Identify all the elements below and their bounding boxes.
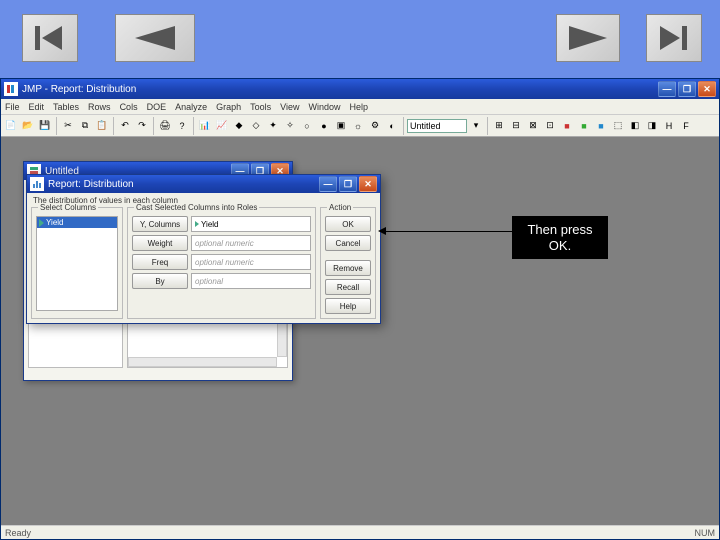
- app-close-button[interactable]: ✕: [698, 81, 716, 97]
- menu-doe[interactable]: DOE: [147, 102, 167, 112]
- menu-tables[interactable]: Tables: [53, 102, 79, 112]
- menu-edit[interactable]: Edit: [29, 102, 45, 112]
- first-slide-button[interactable]: [22, 14, 78, 62]
- tb-g3-icon[interactable]: ⊠: [525, 118, 541, 134]
- action-legend: Action: [327, 203, 353, 212]
- menu-rows[interactable]: Rows: [88, 102, 111, 112]
- dialog-minimize-button[interactable]: —: [319, 176, 337, 192]
- dialog-icon: [30, 177, 44, 191]
- tb-dist-icon[interactable]: 📊: [197, 118, 213, 134]
- tb-g5-icon[interactable]: ■: [559, 118, 575, 134]
- tb-tool4-icon[interactable]: ✧: [282, 118, 298, 134]
- recall-button[interactable]: Recall: [325, 279, 371, 295]
- dialog-maximize-button[interactable]: ❐: [339, 176, 357, 192]
- tb-g8-icon[interactable]: ⬚: [610, 118, 626, 134]
- annotation-arrow-head: [378, 227, 386, 235]
- tb-tool6-icon[interactable]: ●: [316, 118, 332, 134]
- help-button[interactable]: Help: [325, 298, 371, 314]
- select-columns-legend: Select Columns: [38, 203, 98, 212]
- tb-tool10-icon[interactable]: ◐: [384, 118, 400, 134]
- status-left: Ready: [5, 528, 31, 538]
- tb-g1-icon[interactable]: ⊞: [491, 118, 507, 134]
- remove-button[interactable]: Remove: [325, 260, 371, 276]
- tb-g6-icon[interactable]: ■: [576, 118, 592, 134]
- menu-help[interactable]: Help: [350, 102, 369, 112]
- tb-cut-icon[interactable]: ✂: [60, 118, 76, 134]
- tb-tool9-icon[interactable]: ⚙: [367, 118, 383, 134]
- app-minimize-button[interactable]: —: [658, 81, 676, 97]
- tb-g4-icon[interactable]: ⊡: [542, 118, 558, 134]
- last-slide-button[interactable]: [646, 14, 702, 62]
- statusbar: Ready NUM: [1, 525, 719, 539]
- tb-print-icon[interactable]: 🖨: [157, 118, 173, 134]
- next-slide-button[interactable]: [556, 14, 620, 62]
- app-title: JMP - Report: Distribution: [22, 84, 136, 95]
- app-titlebar: JMP - Report: Distribution — ❐ ✕: [1, 79, 719, 99]
- by-field[interactable]: optional: [191, 273, 311, 289]
- menu-file[interactable]: File: [5, 102, 20, 112]
- tb-tool1-icon[interactable]: ◆: [231, 118, 247, 134]
- tb-tool7-icon[interactable]: ▣: [333, 118, 349, 134]
- tb-paste-icon[interactable]: 📋: [94, 118, 110, 134]
- tb-g2-icon[interactable]: ⊟: [508, 118, 524, 134]
- cast-roles-fieldset: Cast Selected Columns into Roles Y, Colu…: [127, 207, 316, 319]
- distribution-dialog: Report: Distribution — ❐ ✕ The distribut…: [26, 174, 381, 324]
- tb-g12-icon[interactable]: F: [678, 118, 694, 134]
- app-maximize-button[interactable]: ❐: [678, 81, 696, 97]
- tb-dropdown-icon[interactable]: ▾: [468, 118, 484, 134]
- toolbar-combo[interactable]: [407, 119, 467, 133]
- toolbar: 📄 📂 💾 ✂ ⧉ 📋 ↶ ↷ 🖨 ? 📊 📈 ◆ ◇ ✦ ✧ ○ ● ▣ ☼ …: [1, 115, 719, 137]
- presentation-nav-bar: [0, 0, 720, 75]
- horizontal-scrollbar[interactable]: [128, 357, 277, 367]
- tb-g10-icon[interactable]: ◨: [644, 118, 660, 134]
- tb-help-icon[interactable]: ?: [174, 118, 190, 134]
- weight-button[interactable]: Weight: [132, 235, 188, 251]
- dialog-title: Report: Distribution: [48, 179, 134, 190]
- tb-g11-icon[interactable]: H: [661, 118, 677, 134]
- menu-view[interactable]: View: [280, 102, 299, 112]
- menu-tools[interactable]: Tools: [250, 102, 271, 112]
- weight-field[interactable]: optional numeric: [191, 235, 311, 251]
- column-list[interactable]: Yield: [36, 216, 118, 311]
- prev-slide-button[interactable]: [115, 14, 195, 62]
- tb-tool3-icon[interactable]: ✦: [265, 118, 281, 134]
- tb-g7-icon[interactable]: ■: [593, 118, 609, 134]
- freq-field[interactable]: optional numeric: [191, 254, 311, 270]
- menu-analyze[interactable]: Analyze: [175, 102, 207, 112]
- app-icon: [4, 82, 18, 96]
- tb-fit-icon[interactable]: 📈: [214, 118, 230, 134]
- tb-copy-icon[interactable]: ⧉: [77, 118, 93, 134]
- menu-cols[interactable]: Cols: [120, 102, 138, 112]
- menubar: File Edit Tables Rows Cols DOE Analyze G…: [1, 99, 719, 115]
- tb-tool2-icon[interactable]: ◇: [248, 118, 264, 134]
- dialog-close-button[interactable]: ✕: [359, 176, 377, 192]
- cancel-button[interactable]: Cancel: [325, 235, 371, 251]
- cast-roles-legend: Cast Selected Columns into Roles: [134, 203, 259, 212]
- jmp-app-window: JMP - Report: Distribution — ❐ ✕ File Ed…: [0, 78, 720, 540]
- tb-save-icon[interactable]: 💾: [37, 118, 53, 134]
- tb-redo-icon[interactable]: ↷: [134, 118, 150, 134]
- ok-button[interactable]: OK: [325, 216, 371, 232]
- tb-tool5-icon[interactable]: ○: [299, 118, 315, 134]
- menu-window[interactable]: Window: [309, 102, 341, 112]
- tb-new-icon[interactable]: 📄: [3, 118, 19, 134]
- annotation-callout: Then press OK.: [512, 216, 608, 259]
- tb-undo-icon[interactable]: ↶: [117, 118, 133, 134]
- tb-g9-icon[interactable]: ◧: [627, 118, 643, 134]
- tb-tool8-icon[interactable]: ☼: [350, 118, 366, 134]
- menu-graph[interactable]: Graph: [216, 102, 241, 112]
- status-right: NUM: [695, 528, 716, 538]
- dialog-titlebar: Report: Distribution — ❐ ✕: [27, 175, 380, 193]
- select-columns-fieldset: Select Columns Yield: [31, 207, 123, 319]
- continuous-icon: [39, 219, 44, 227]
- column-item-yield[interactable]: Yield: [37, 217, 117, 228]
- ycolumns-field[interactable]: Yield: [191, 216, 311, 232]
- tb-open-icon[interactable]: 📂: [20, 118, 36, 134]
- by-button[interactable]: By: [132, 273, 188, 289]
- continuous-icon: [195, 221, 199, 227]
- annotation-arrow-line: [386, 231, 512, 232]
- action-fieldset: Action OK Cancel Remove Recall Help: [320, 207, 376, 319]
- freq-button[interactable]: Freq: [132, 254, 188, 270]
- ycolumns-button[interactable]: Y, Columns: [132, 216, 188, 232]
